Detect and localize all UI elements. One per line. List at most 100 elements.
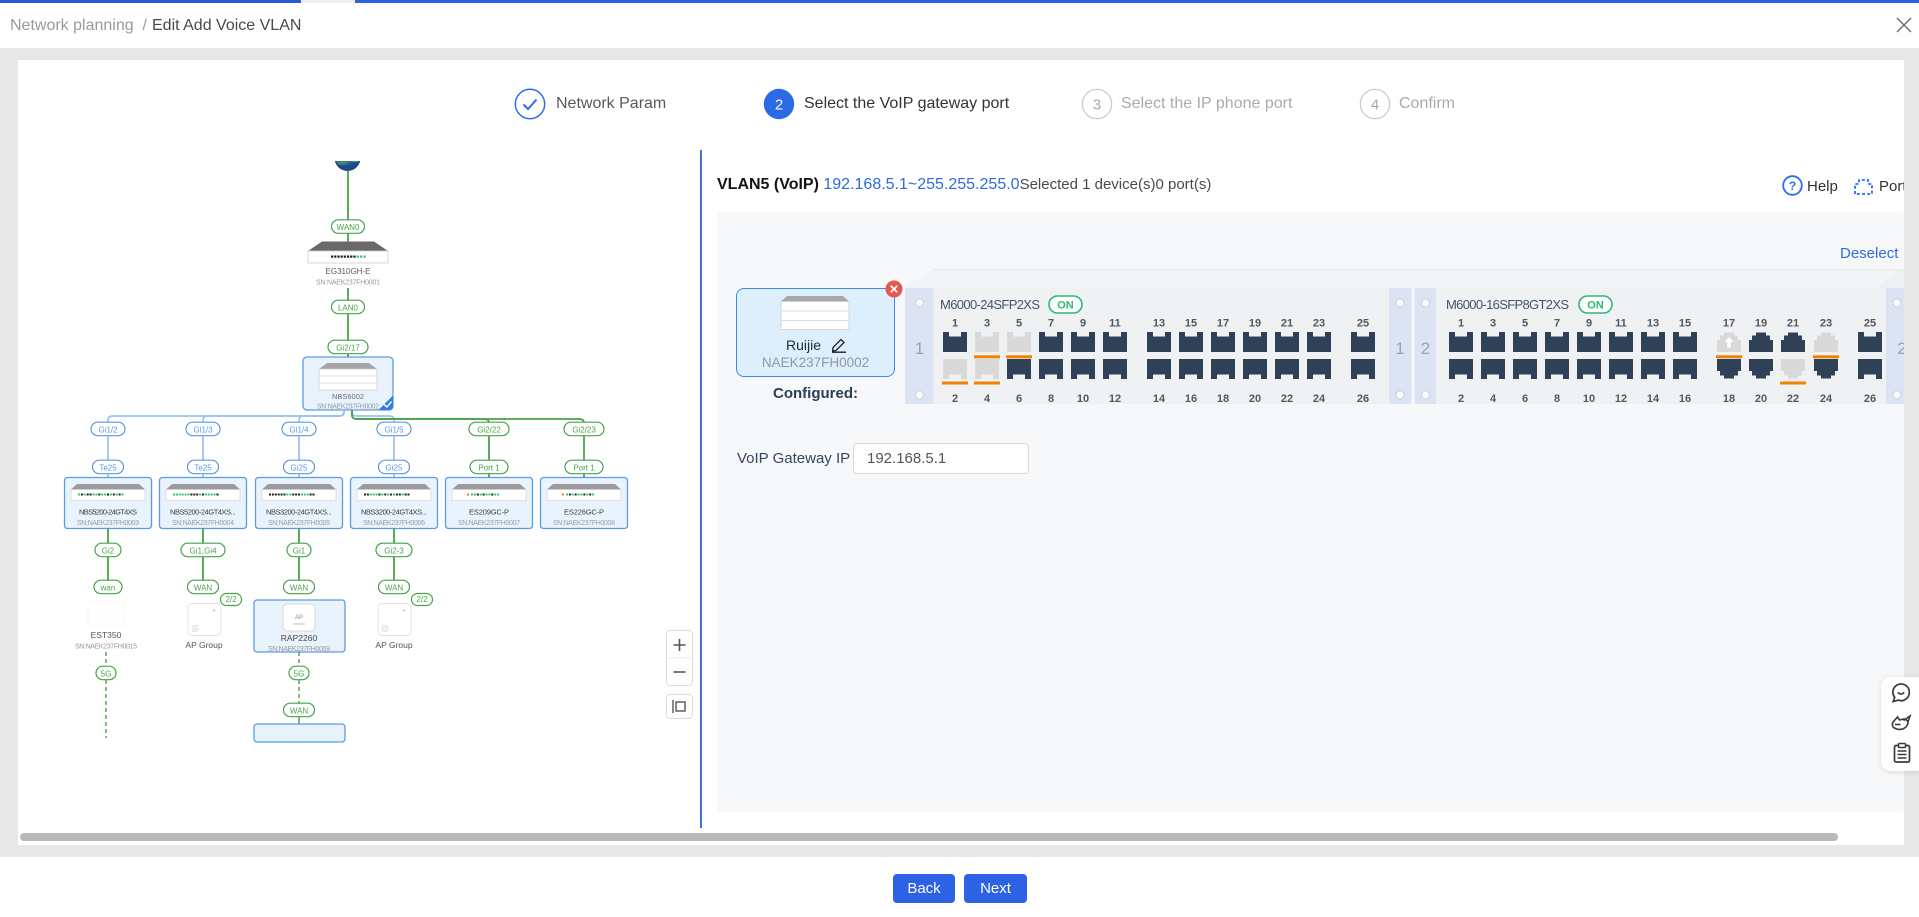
svg-text:ES226GC-P: ES226GC-P [564,508,604,517]
svg-text:11: 11 [1615,318,1627,330]
svg-text:Gi2-3: Gi2-3 [384,546,404,555]
svg-text:Gi1: Gi1 [293,546,306,555]
svg-text:Gi2/22: Gi2/22 [477,425,501,434]
svg-text:6: 6 [1016,393,1022,404]
svg-text:12: 12 [1615,393,1627,404]
svg-text:ON: ON [1057,300,1074,312]
svg-text:wan: wan [100,583,116,592]
svg-text:13: 13 [1647,318,1659,330]
svg-text:WAN: WAN [194,583,213,592]
svg-text:SN:NAEK237FH0002: SN:NAEK237FH0002 [317,404,379,411]
svg-text:Gi1/2: Gi1/2 [98,425,118,434]
svg-text:14: 14 [1647,393,1660,404]
svg-text:17: 17 [1723,318,1735,330]
svg-text:2: 2 [1458,393,1464,404]
svg-text:5G: 5G [294,669,305,678]
svg-text:AP Group: AP Group [375,640,412,650]
svg-text:1: 1 [952,318,958,330]
svg-text:Te25: Te25 [194,463,212,472]
svg-text:NBS3200-24GT4XS...: NBS3200-24GT4XS... [266,508,332,517]
svg-text:20: 20 [1755,393,1767,404]
svg-text:ON: ON [1587,300,1604,312]
svg-text:RAP2260: RAP2260 [281,633,318,643]
svg-text:Gi1/3: Gi1/3 [193,425,213,434]
svg-text:24: 24 [1820,393,1833,404]
svg-text:10: 10 [1077,393,1089,404]
svg-text:SN:NAEK237FH0003: SN:NAEK237FH0003 [77,520,139,527]
svg-text:NBS5200-24GT4XS...: NBS5200-24GT4XS... [170,508,236,517]
svg-text:24: 24 [1313,393,1326,404]
svg-text:22: 22 [1787,393,1799,404]
svg-text:Gi25: Gi25 [386,463,403,472]
svg-text:SN:NAEK237FH0006: SN:NAEK237FH0006 [363,520,425,527]
svg-text:Gi1/4: Gi1/4 [289,425,309,434]
svg-text:SN:NAEK237FH0005: SN:NAEK237FH0005 [268,520,330,527]
svg-text:16: 16 [1679,393,1691,404]
svg-text:EG310GH-E: EG310GH-E [326,267,371,276]
svg-text:Gi25: Gi25 [291,463,308,472]
svg-text:NBS3200-24GT4XS...: NBS3200-24GT4XS... [361,508,427,517]
svg-text:2/2: 2/2 [225,595,237,604]
svg-text:SN:NAEK237FH0009: SN:NAEK237FH0009 [268,646,330,653]
svg-text:2/2: 2/2 [416,595,428,604]
svg-text:25: 25 [1357,318,1369,330]
svg-text:5: 5 [1016,318,1022,330]
svg-text:LAN0: LAN0 [338,303,359,312]
svg-text:19: 19 [1755,318,1767,330]
svg-text:15: 15 [1185,318,1197,330]
svg-text:1: 1 [915,339,924,358]
svg-text:ES209GC-P: ES209GC-P [469,508,509,517]
svg-text:Port 1: Port 1 [573,463,595,472]
svg-text:SN:NAEK237FH0008: SN:NAEK237FH0008 [553,520,615,527]
svg-text:3: 3 [984,318,990,330]
svg-text:Gi2/17: Gi2/17 [336,343,360,352]
svg-text:AP Group: AP Group [185,640,222,650]
svg-text:WAN0: WAN0 [337,223,360,232]
svg-text:AP: AP [295,615,303,621]
svg-text:2: 2 [775,97,783,114]
svg-text:Gi2/23: Gi2/23 [572,425,596,434]
svg-text:8: 8 [1048,393,1054,404]
svg-text:1: 1 [1458,318,1464,330]
svg-text:26: 26 [1357,393,1369,404]
svg-text:Gi1/5: Gi1/5 [384,425,404,434]
svg-text:Port 1: Port 1 [478,463,500,472]
svg-text:Gi1,Gi4: Gi1,Gi4 [189,546,217,555]
svg-text:5G: 5G [101,669,112,678]
svg-text:3: 3 [1490,318,1496,330]
svg-text:?: ? [1789,179,1796,193]
svg-text:18: 18 [1723,393,1735,404]
svg-text:SN:NAEK237FH0001: SN:NAEK237FH0001 [316,280,380,287]
svg-text:3: 3 [1093,97,1101,114]
svg-text:7: 7 [1554,318,1560,330]
svg-text:12: 12 [1109,393,1121,404]
svg-text:M6000-16SFP8GT2XS: M6000-16SFP8GT2XS [1446,297,1569,312]
svg-text:6: 6 [1522,393,1528,404]
svg-text:5: 5 [1522,318,1528,330]
svg-text:23: 23 [1313,318,1325,330]
svg-text:2: 2 [1897,339,1904,358]
svg-text:4: 4 [984,393,991,404]
svg-text:15: 15 [1679,318,1691,330]
svg-text:17: 17 [1217,318,1229,330]
svg-text:16: 16 [1185,393,1197,404]
svg-text:20: 20 [1249,393,1261,404]
svg-text:2: 2 [952,393,958,404]
svg-text:WAN: WAN [385,583,404,592]
svg-text:25: 25 [1864,318,1876,330]
svg-text:M6000-24SFP2XS: M6000-24SFP2XS [940,297,1040,312]
svg-text:NBS5200-24GT4XS: NBS5200-24GT4XS [79,508,137,517]
svg-text:13: 13 [1153,318,1165,330]
svg-text:8: 8 [1554,393,1560,404]
svg-text:2: 2 [1421,339,1430,358]
svg-text:EST350: EST350 [91,630,122,640]
svg-text:4: 4 [1371,97,1379,114]
svg-text:23: 23 [1820,318,1832,330]
svg-text:NBS6002: NBS6002 [332,392,364,401]
svg-text:Te25: Te25 [99,463,117,472]
svg-text:21: 21 [1787,318,1799,330]
svg-text:SN:NAEK237FH0015: SN:NAEK237FH0015 [75,644,137,651]
svg-text:7: 7 [1048,318,1054,330]
svg-text:10: 10 [1583,393,1595,404]
svg-text:14: 14 [1153,393,1166,404]
